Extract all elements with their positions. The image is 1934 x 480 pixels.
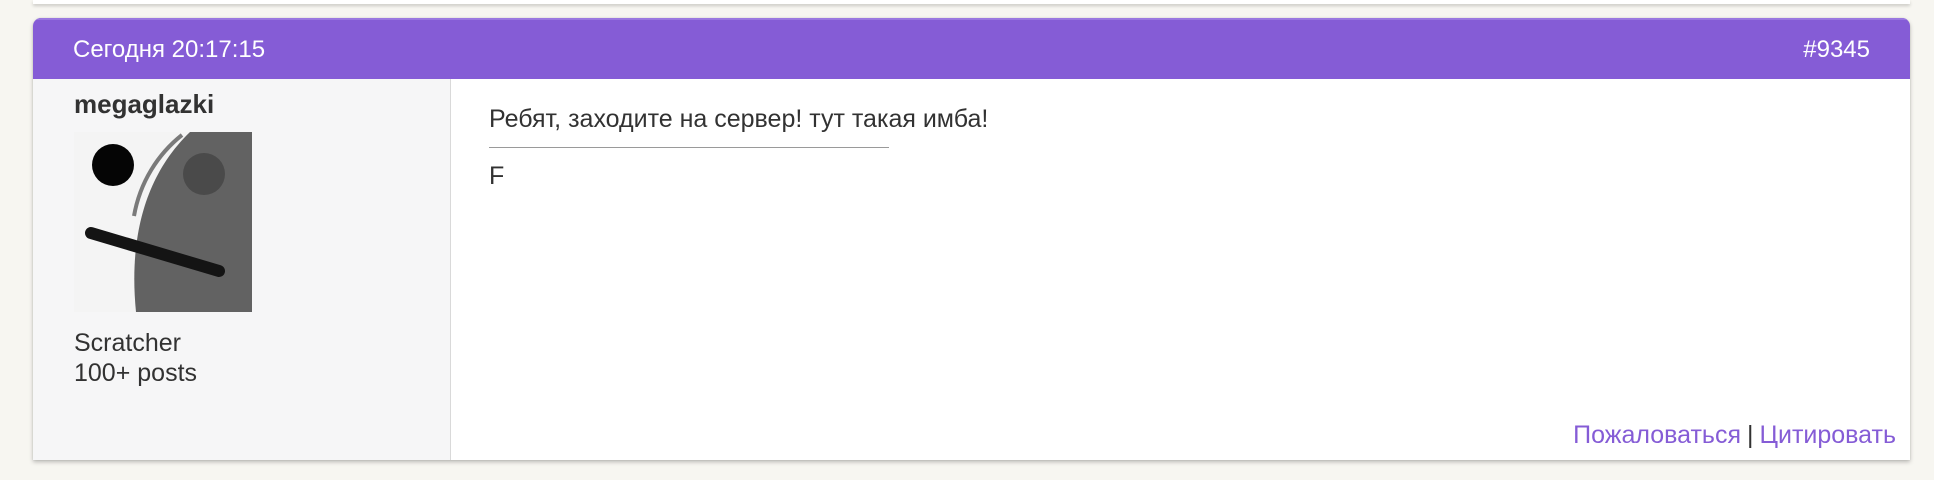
post-number-link[interactable]: #9345	[1803, 36, 1870, 64]
author-rank: Scratcher	[74, 329, 181, 357]
post-content: Ребят, заходите на сервер! тут такая имб…	[451, 79, 1910, 460]
post-message: Ребят, заходите на сервер! тут такая имб…	[489, 105, 989, 133]
author-username-link[interactable]: megaglazki	[74, 89, 214, 120]
previous-post-edge	[33, 0, 1910, 4]
forum-post: Сегодня 20:17:15 #9345 megaglazki Scratc…	[33, 18, 1910, 460]
post-body: megaglazki Scratcher 100+ posts Ребят, з…	[33, 79, 1910, 460]
post-date: Сегодня 20:17:15	[73, 35, 266, 63]
post-author-panel: megaglazki Scratcher 100+ posts	[33, 79, 451, 460]
author-meta: Scratcher 100+ posts	[74, 328, 450, 388]
author-avatar[interactable]	[74, 132, 252, 312]
quote-link[interactable]: Цитировать	[1759, 421, 1896, 449]
report-link[interactable]: Пожаловаться	[1573, 421, 1741, 449]
signature-divider	[489, 147, 889, 148]
actions-separator: |	[1746, 421, 1754, 449]
post-actions: Пожаловаться | Цитировать	[1573, 421, 1896, 450]
post-signature: F	[489, 162, 505, 190]
author-post-count: 100+ posts	[74, 359, 198, 387]
post-header: Сегодня 20:17:15 #9345	[33, 18, 1910, 79]
